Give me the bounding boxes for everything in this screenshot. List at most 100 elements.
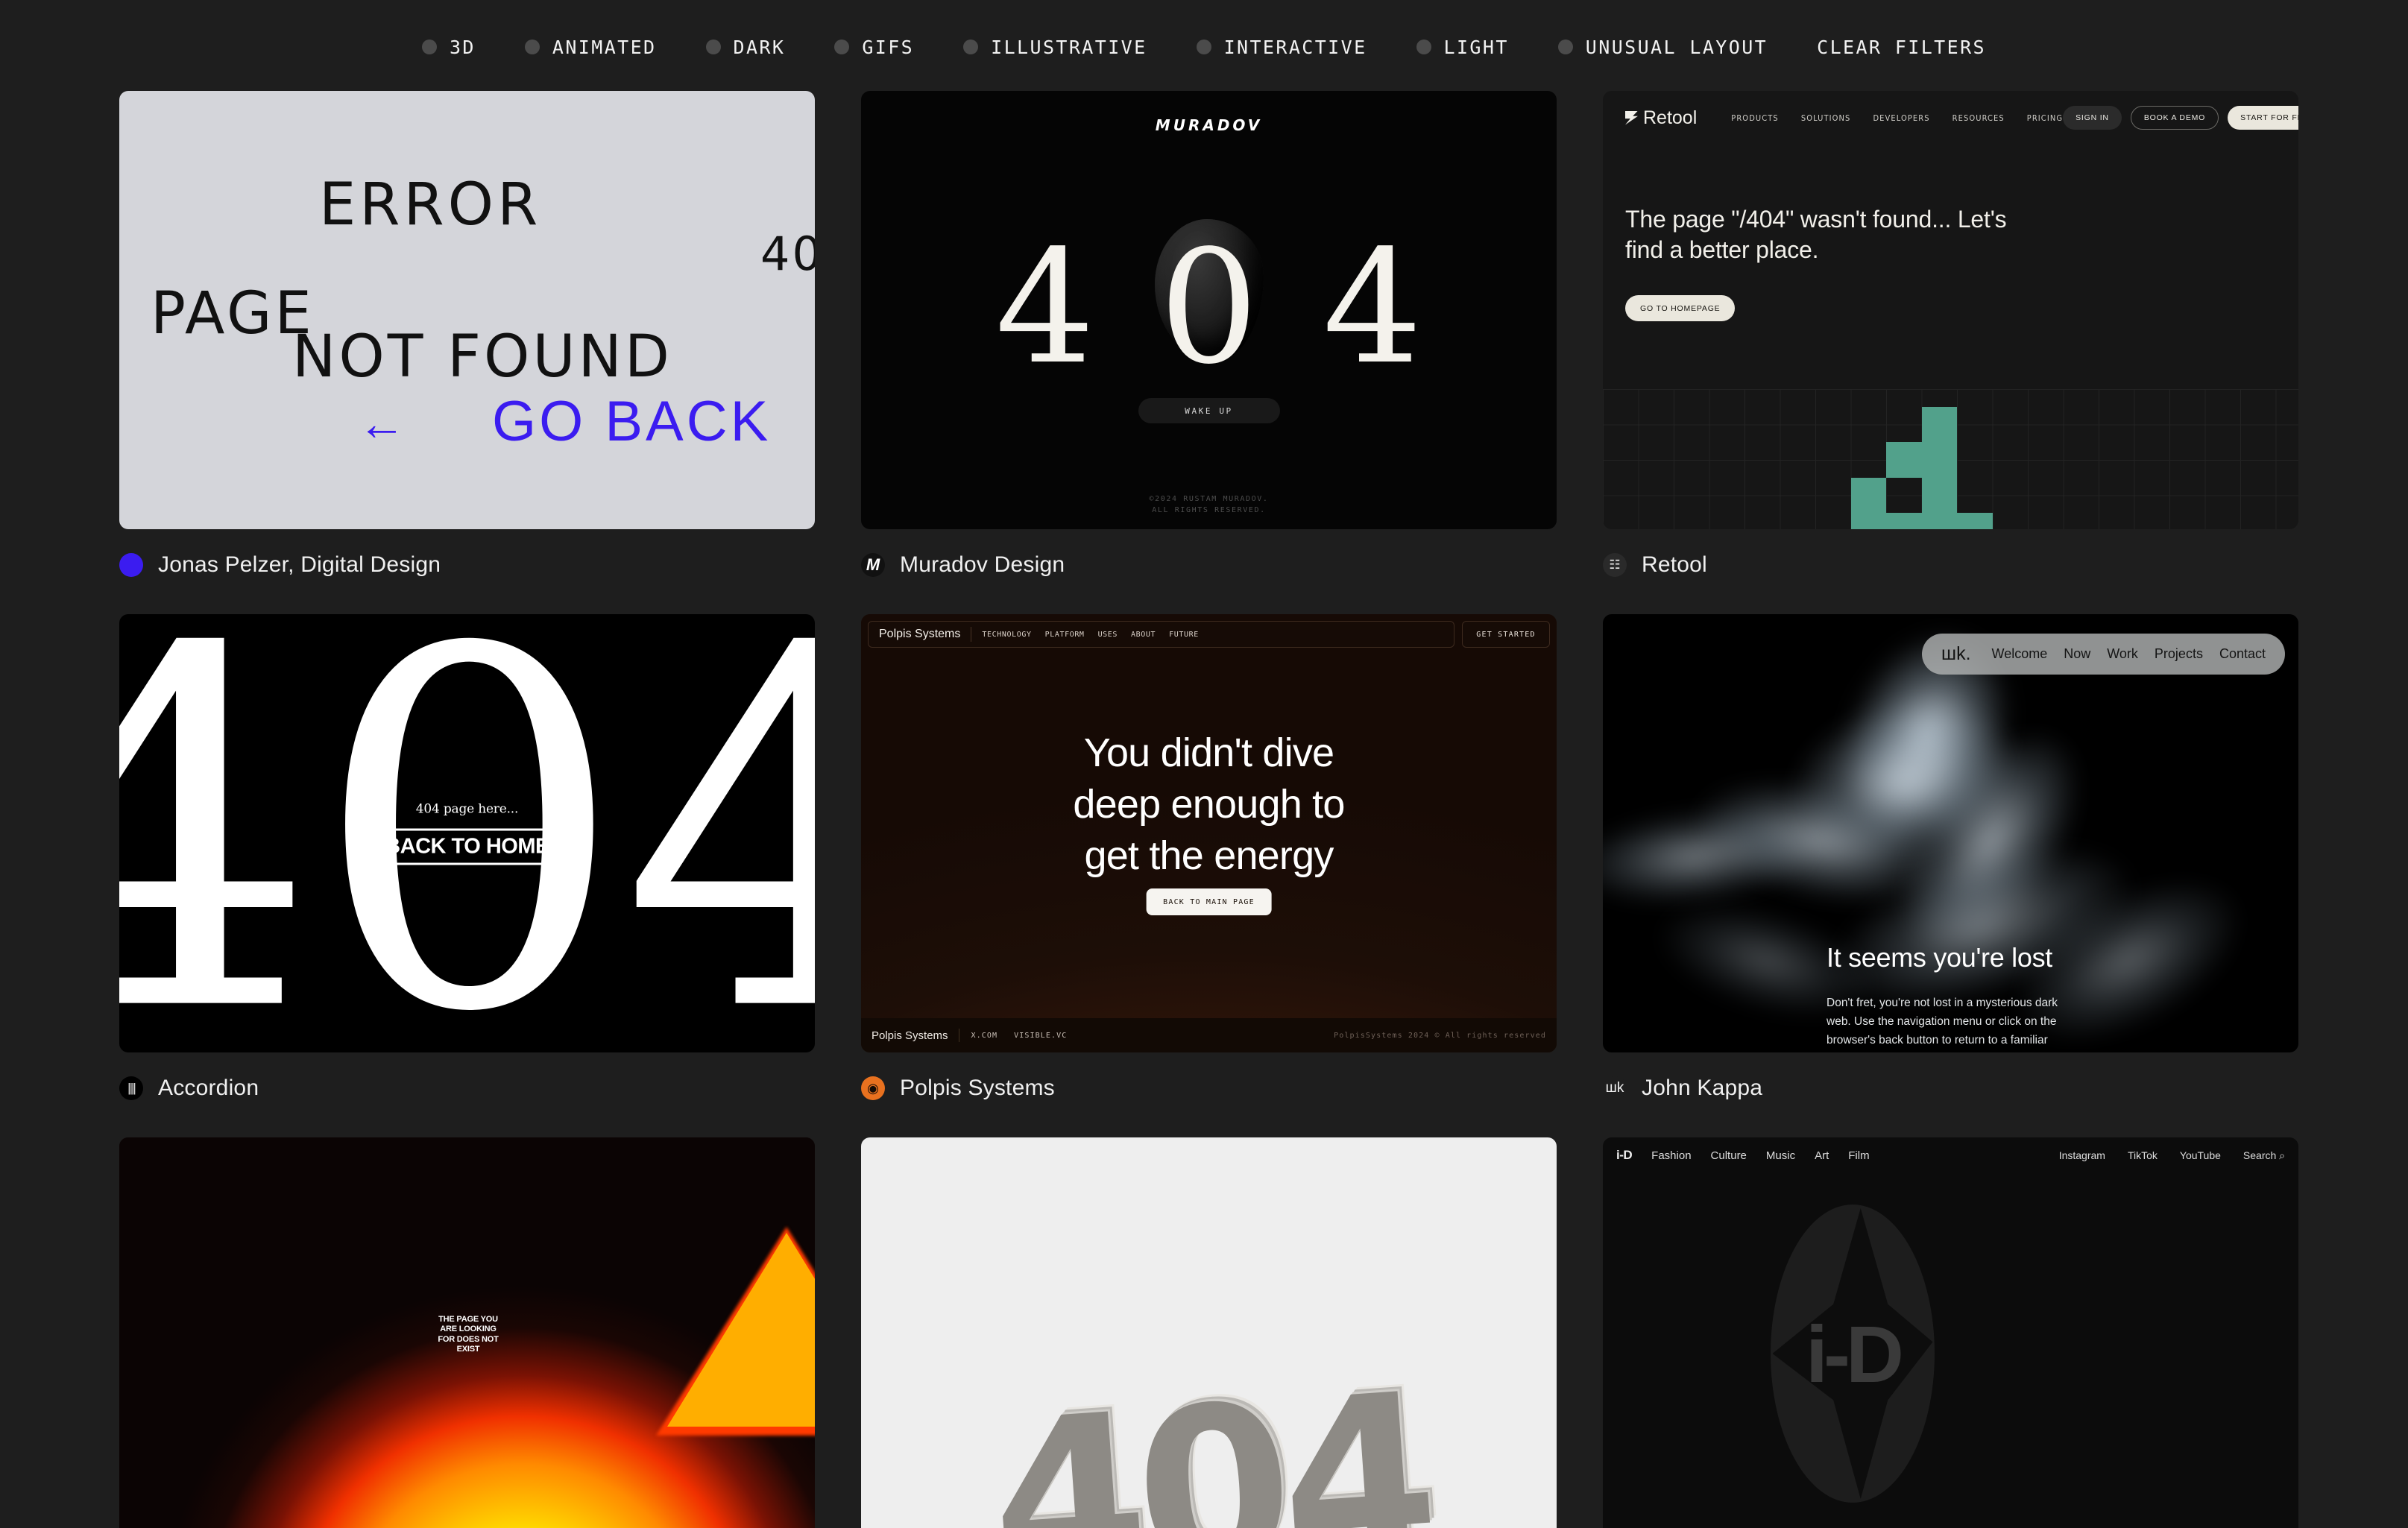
retool-nav-actions: SIGN IN BOOK A DEMO START FOR FREE	[2063, 106, 2298, 130]
filter-dot-icon	[1416, 40, 1431, 54]
footer-links: X.COM VISIBLE.VC	[971, 1032, 1068, 1040]
filter-chip-dark[interactable]: DARK	[681, 37, 810, 58]
card-title: Jonas Pelzer, Digital Design	[158, 552, 441, 577]
retool-heading: The page "/404" wasn't found... Let's fi…	[1625, 206, 2007, 263]
polpis-navbar: Polpis Systems TECHNOLOGY PLATFORM USES …	[868, 621, 1550, 648]
filter-chip-3d[interactable]: 3D	[397, 37, 500, 58]
filter-label: ILLUSTRATIVE	[991, 36, 1147, 58]
nav-contact[interactable]: Contact	[2219, 646, 2266, 662]
nav-pricing[interactable]: PRICING	[2027, 113, 2063, 123]
retool-mark-icon	[1625, 110, 1638, 125]
card-retool[interactable]: Retool PRODUCTS SOLUTIONS DEVELOPERS RES…	[1603, 91, 2298, 586]
back-to-main-page-button[interactable]: BACK TO MAIN PAGE	[1146, 888, 1272, 915]
card-jonas-pelzer[interactable]: ERROR 404 PAGE NOT FOUND ← GO BACK Jonas…	[119, 91, 815, 586]
id-navbar: i-D Fashion Culture Music Art Film Insta…	[1603, 1137, 2298, 1173]
clear-filters-button[interactable]: CLEAR FILTERS	[1792, 37, 2011, 58]
filter-label: INTERACTIVE	[1223, 36, 1367, 58]
nav-future[interactable]: FUTURE	[1169, 631, 1199, 639]
go-back-link[interactable]: GO BACK	[492, 389, 771, 454]
polpis-footer: Polpis Systems X.COM VISIBLE.VC PolpisSy…	[861, 1018, 1557, 1052]
page-text: PAGE	[151, 280, 315, 347]
start-free-button[interactable]: START FOR FREE	[2228, 106, 2298, 130]
nav-developers[interactable]: DEVELOPERS	[1873, 113, 1929, 123]
back-arrow-icon[interactable]: ←	[358, 400, 406, 447]
nav-about[interactable]: ABOUT	[1131, 631, 1156, 639]
nav-tiktok[interactable]: TikTok	[2128, 1149, 2158, 1162]
book-demo-button[interactable]: BOOK A DEMO	[2130, 106, 2219, 130]
tetris-block	[1886, 513, 1922, 529]
filter-dot-icon	[963, 40, 979, 54]
filter-chip-light[interactable]: LIGHT	[1392, 37, 1534, 58]
purple-circle-logo-icon	[119, 553, 143, 577]
three-d-404-text: 404	[982, 1345, 1436, 1528]
thumbnail-muradov-design[interactable]: MURADOV 404 WAKE UP ©2024 RUSTAM MURADOV…	[861, 91, 1557, 529]
filter-chip-illustrative[interactable]: ILLUSTRATIVE	[939, 37, 1171, 58]
sign-in-button[interactable]: SIGN IN	[2063, 106, 2122, 130]
thumbnail-polpis-systems[interactable]: Polpis Systems TECHNOLOGY PLATFORM USES …	[861, 614, 1557, 1052]
back-to-home-button[interactable]: BACK TO HOME	[385, 828, 549, 865]
nav-uses[interactable]: USES	[1098, 631, 1118, 639]
filter-dot-icon	[421, 40, 437, 54]
card-title: Accordion	[158, 1076, 259, 1100]
accordion-logo-icon: ||||	[119, 1076, 143, 1100]
filter-chip-animated[interactable]: ANIMATED	[500, 37, 681, 58]
nav-culture[interactable]: Culture	[1711, 1149, 1747, 1162]
thumbnail-i-d[interactable]: i-D Fashion Culture Music Art Film Insta…	[1603, 1137, 2298, 1528]
id-watermark-logo-icon: i-D	[1771, 1205, 1935, 1503]
card-accordion[interactable]: 404 404 page here... BACK TO HOME |||| A…	[119, 614, 815, 1109]
nav-solutions[interactable]: SOLUTIONS	[1801, 113, 1851, 123]
thumbnail-accordion[interactable]: 404 404 page here... BACK TO HOME	[119, 614, 815, 1052]
tetris-block	[1921, 442, 1957, 478]
nav-welcome[interactable]: Welcome	[1992, 646, 2048, 662]
tetris-block	[1957, 513, 1993, 529]
nav-products[interactable]: PRODUCTS	[1731, 113, 1779, 123]
nav-instagram[interactable]: Instagram	[2059, 1149, 2105, 1162]
get-started-button[interactable]: GET STARTED	[1462, 621, 1550, 648]
filter-bar: 3D ANIMATED DARK GIFS ILLUSTRATIVE INTER…	[0, 0, 2408, 91]
polpis-flame-logo-icon: ◉	[861, 1076, 885, 1100]
filter-label: ANIMATED	[552, 36, 657, 58]
footer-link-x[interactable]: X.COM	[971, 1032, 998, 1040]
nav-film[interactable]: Film	[1848, 1149, 1869, 1162]
nav-youtube[interactable]: YouTube	[2180, 1149, 2221, 1162]
kappa-navbar: шk. Welcome Now Work Projects Contact	[1922, 634, 2285, 675]
thumbnail-john-kappa[interactable]: шk. Welcome Now Work Projects Contact It…	[1603, 614, 2298, 1052]
card-muradov-design[interactable]: MURADOV 404 WAKE UP ©2024 RUSTAM MURADOV…	[861, 91, 1557, 586]
filter-chip-interactive[interactable]: INTERACTIVE	[1172, 37, 1392, 58]
filter-label: LIGHT	[1443, 36, 1509, 58]
thumbnail-gradient-404[interactable]: THE PAGE YOU ARE LOOKING FOR DOES NOT EX…	[119, 1137, 815, 1528]
card-title: Polpis Systems	[900, 1076, 1055, 1100]
card-i-d[interactable]: i-D Fashion Culture Music Art Film Insta…	[1603, 1137, 2298, 1528]
nav-technology[interactable]: TECHNOLOGY	[982, 631, 1031, 639]
nav-work[interactable]: Work	[2107, 646, 2138, 662]
search-icon[interactable]: Search ⌕	[2243, 1149, 2285, 1162]
nav-music[interactable]: Music	[1766, 1149, 1795, 1162]
filter-chip-gifs[interactable]: GIFS	[810, 37, 939, 58]
nav-art[interactable]: Art	[1815, 1149, 1829, 1162]
thumbnail-three-d-404[interactable]: 404	[861, 1137, 1557, 1528]
thumbnail-jonas-pelzer[interactable]: ERROR 404 PAGE NOT FOUND ← GO BACK	[119, 91, 815, 529]
thumbnail-retool[interactable]: Retool PRODUCTS SOLUTIONS DEVELOPERS RES…	[1603, 91, 2298, 529]
kappa-body: Don't fret, you're not lost in a mysteri…	[1827, 997, 2058, 1052]
retool-logo[interactable]: Retool	[1625, 107, 1697, 129]
not-exist-message: THE PAGE YOU ARE LOOKING FOR DOES NOT EX…	[438, 1315, 499, 1354]
nav-projects[interactable]: Projects	[2155, 646, 2203, 662]
footer-rights: PolpisSystems 2024 © All rights reserved	[1334, 1031, 1546, 1040]
error-text: ERROR	[319, 171, 542, 239]
card-gradient-404[interactable]: THE PAGE YOU ARE LOOKING FOR DOES NOT EX…	[119, 1137, 815, 1528]
go-to-homepage-button[interactable]: GO TO HOMEPAGE	[1625, 295, 1736, 321]
card-polpis-systems[interactable]: Polpis Systems TECHNOLOGY PLATFORM USES …	[861, 614, 1557, 1109]
footer-link-visible[interactable]: VISIBLE.VC	[1014, 1032, 1067, 1040]
wake-up-button[interactable]: WAKE UP	[1138, 398, 1280, 423]
polpis-heading: You didn't dive deep enough to get the e…	[1073, 730, 1345, 879]
card-title: John Kappa	[1642, 1076, 1763, 1100]
nav-fashion[interactable]: Fashion	[1651, 1149, 1691, 1162]
filter-chip-unusual-layout[interactable]: UNUSUAL LAYOUT	[1534, 37, 1792, 58]
nav-now[interactable]: Now	[2064, 646, 2090, 662]
polpis-nav-links: TECHNOLOGY PLATFORM USES ABOUT FUTURE	[982, 631, 1199, 639]
nav-platform[interactable]: PLATFORM	[1045, 631, 1085, 639]
card-three-d-404[interactable]: 404	[861, 1137, 1557, 1528]
card-john-kappa[interactable]: шk. Welcome Now Work Projects Contact It…	[1603, 614, 2298, 1109]
id-watermark-text: i-D	[1806, 1308, 1904, 1399]
nav-resources[interactable]: RESOURCES	[1952, 113, 2005, 123]
